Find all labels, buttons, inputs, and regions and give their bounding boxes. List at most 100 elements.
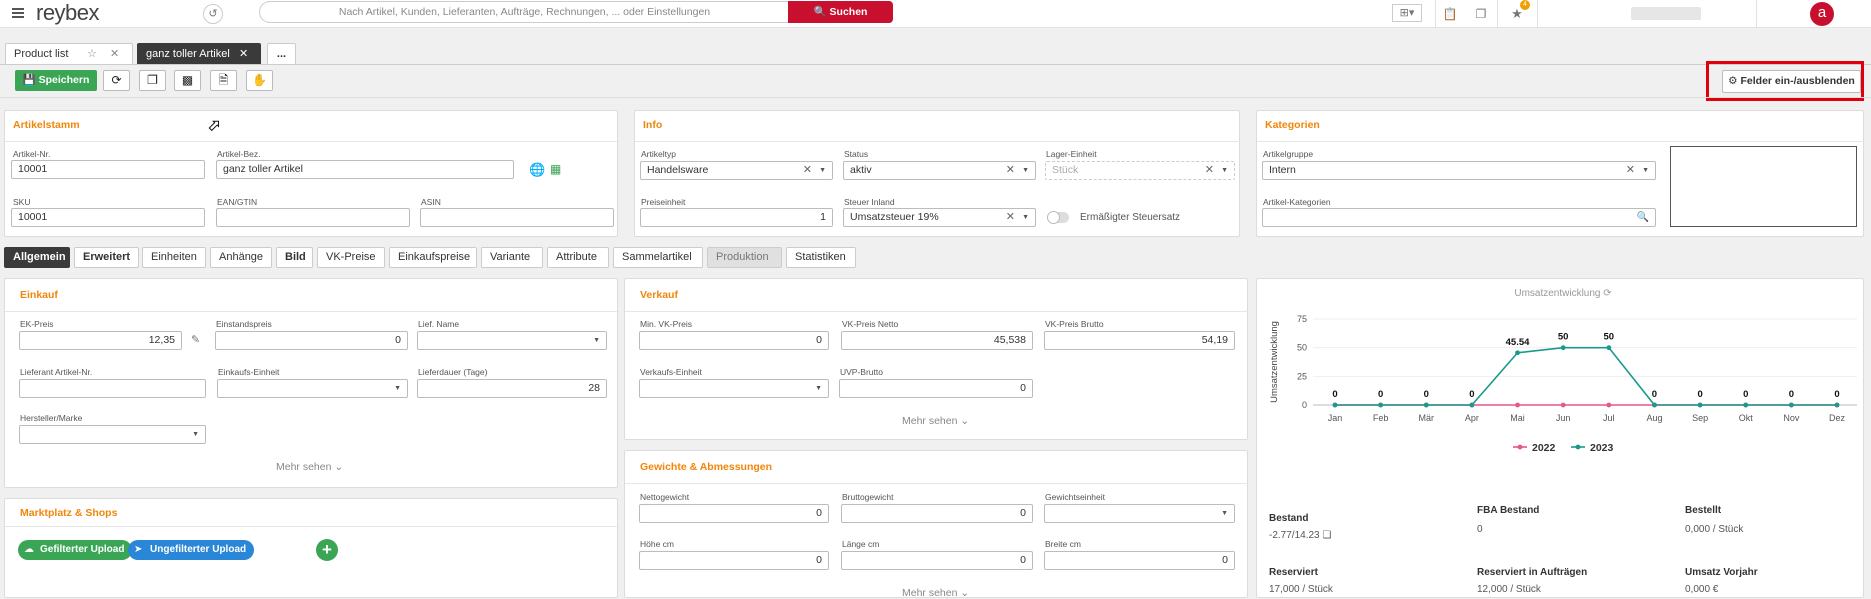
placeholder: Stück (1052, 164, 1079, 176)
gefiltert-upload-button[interactable]: ☁ Gefilterter Upload (18, 540, 133, 560)
label: Min. VK-Preis (640, 319, 692, 329)
brutto-input[interactable]: 0 (841, 504, 1033, 523)
artikeltyp-select[interactable]: Handelsware ✕ ▼ (640, 161, 833, 180)
globe-icon[interactable]: 🌐 (529, 162, 545, 178)
data-point-2023 (1378, 402, 1384, 408)
chart-icon[interactable]: ▩ (174, 70, 201, 91)
tab-bild[interactable]: Bild (276, 247, 313, 268)
ean-input[interactable] (216, 208, 410, 227)
label: Hersteller/Marke (20, 413, 83, 423)
tab-article[interactable]: ganz toller Artikel ✕ (137, 43, 261, 64)
close-icon[interactable]: ✕ (239, 44, 248, 64)
verkaufseinheit-select[interactable]: ▼ (639, 379, 829, 398)
tab-erweitert[interactable]: Erweitert (74, 247, 139, 268)
copy-icon[interactable]: ❐ (139, 70, 166, 91)
value: aktiv (850, 164, 872, 176)
data-label: 0 (1469, 389, 1474, 400)
avatar[interactable]: a (1810, 2, 1834, 26)
tab-anhaenge[interactable]: Anhänge (210, 247, 272, 268)
data-label: 0 (1697, 389, 1702, 400)
steuer-select[interactable]: Umsatzsteuer 19% ✕ ▼ (843, 208, 1036, 227)
netto-input[interactable]: 0 (639, 504, 829, 523)
data-point-2023 (1606, 345, 1612, 351)
einstandspreis-input[interactable]: 0 (215, 331, 408, 350)
tab-vk-preise[interactable]: VK-Preise (317, 247, 385, 268)
data-label: 0 (1834, 389, 1839, 400)
image-placeholder[interactable] (1670, 146, 1857, 227)
clipboard-icon[interactable]: 📋 (1440, 4, 1460, 24)
star-icon[interactable]: ☆ (87, 44, 97, 64)
save-label: Speichern (38, 74, 90, 86)
vk-netto-input[interactable]: 45,538 (841, 331, 1033, 350)
min-vk-input[interactable]: 0 (639, 331, 829, 350)
close-icon[interactable]: ✕ (110, 44, 119, 64)
data-label: 0 (1424, 389, 1429, 400)
status-select[interactable]: aktiv ✕ ▼ (843, 161, 1036, 180)
hand-icon[interactable]: ✋ (246, 70, 273, 91)
tab-sammelartikel[interactable]: Sammelartikel (613, 247, 703, 268)
preiseinheit-input[interactable]: 1 (640, 208, 833, 227)
breite-input[interactable]: 0 (1044, 551, 1235, 570)
lager-einheit-select[interactable]: Stück ✕ ▼ (1045, 161, 1235, 180)
panel-title: Kategorien (1265, 119, 1320, 131)
x-tick-label: Nov (1783, 413, 1800, 423)
edit-icon[interactable]: ✎ (191, 333, 200, 346)
umsatz-value: 0,000 € (1685, 584, 1719, 595)
ek-preis-input[interactable]: 12,35 (19, 331, 182, 350)
tab-produktion[interactable]: Produktion (707, 247, 782, 268)
translate-icon[interactable]: ▦ (550, 162, 561, 176)
sku-input[interactable]: 10001 (11, 208, 205, 227)
data-point-2023 (1332, 402, 1338, 408)
fields-toggle-button[interactable]: ⚙ Felder ein-/ausblenden (1722, 70, 1861, 93)
mehr-sehen-link[interactable]: Mehr sehen ⌄ (276, 461, 343, 473)
einkaufseinheit-select[interactable]: ▼ (217, 379, 408, 398)
hersteller-select[interactable]: ▼ (19, 425, 206, 444)
artikel-bez-input[interactable]: ganz toller Artikel (216, 160, 514, 179)
legend-marker-2022 (1517, 444, 1523, 450)
data-label: 0 (1652, 389, 1657, 400)
label: Artikelgruppe (1263, 149, 1314, 159)
history-icon[interactable]: ↺ (203, 4, 223, 24)
menu-icon[interactable] (12, 8, 24, 18)
search-button[interactable]: 🔍 Suchen (788, 1, 893, 23)
tab-variante[interactable]: Variante (481, 247, 543, 268)
add-icon[interactable]: ⊞▾ (1392, 4, 1422, 22)
label: EK-Preis (20, 319, 54, 329)
hoehe-input[interactable]: 0 (639, 551, 829, 570)
tab-einkaufspreise[interactable]: Einkaufspreise (389, 247, 477, 268)
mehr-sehen-link[interactable]: Mehr sehen ⌄ (902, 587, 969, 599)
tab-allgemein[interactable]: Allgemein (4, 247, 70, 268)
data-point-2023 (1834, 402, 1840, 408)
laenge-input[interactable]: 0 (841, 551, 1033, 570)
artikelgruppe-select[interactable]: Intern ✕ ▼ (1262, 161, 1656, 180)
tab-einheiten[interactable]: Einheiten (142, 247, 206, 268)
res-auftraege-label: Reserviert in Aufträgen (1477, 567, 1588, 578)
lief-artikel-input[interactable] (19, 379, 206, 398)
mehr-sehen-link[interactable]: Mehr sehen ⌄ (902, 415, 969, 427)
ermaessigt-toggle[interactable] (1047, 211, 1069, 224)
uvp-input[interactable]: 0 (839, 379, 1033, 398)
tab-product-list[interactable]: Product list ☆ ✕ (5, 43, 133, 64)
tab-attribute[interactable]: Attribute (547, 247, 609, 268)
artikel-nr-input[interactable]: 10001 (11, 160, 205, 179)
asin-input[interactable] (420, 208, 614, 227)
vk-brutto-input[interactable]: 54,19 (1044, 331, 1235, 350)
tab-statistiken[interactable]: Statistiken (786, 247, 856, 268)
gewichtseinheit-select[interactable]: ▼ (1044, 504, 1235, 523)
refresh-icon[interactable]: ⟳ (103, 70, 130, 91)
search-input[interactable]: Nach Artikel, Kunden, Lieferanten, Auftr… (259, 1, 789, 23)
copy-icon[interactable]: ❐ (1471, 4, 1491, 24)
fba-value: 0 (1477, 524, 1483, 535)
button-label: Ungefilterter Upload (150, 544, 247, 555)
label: Gewichtseinheit (1045, 492, 1106, 502)
value: Intern (1269, 164, 1296, 176)
save-button[interactable]: 💾 Speichern (15, 70, 97, 91)
lieferdauer-input[interactable]: 28 (417, 379, 607, 398)
user-name-blurred (1631, 7, 1701, 20)
add-button[interactable]: + (316, 539, 338, 561)
kategorien-search[interactable]: 🔍 (1262, 208, 1656, 227)
tab-more[interactable]: ... (267, 43, 296, 64)
lief-name-select[interactable]: ▼ (417, 331, 607, 350)
document-icon[interactable]: 🗎 (210, 70, 237, 91)
ungefiltert-upload-button[interactable]: ➤ Ungefilterter Upload (128, 540, 255, 560)
